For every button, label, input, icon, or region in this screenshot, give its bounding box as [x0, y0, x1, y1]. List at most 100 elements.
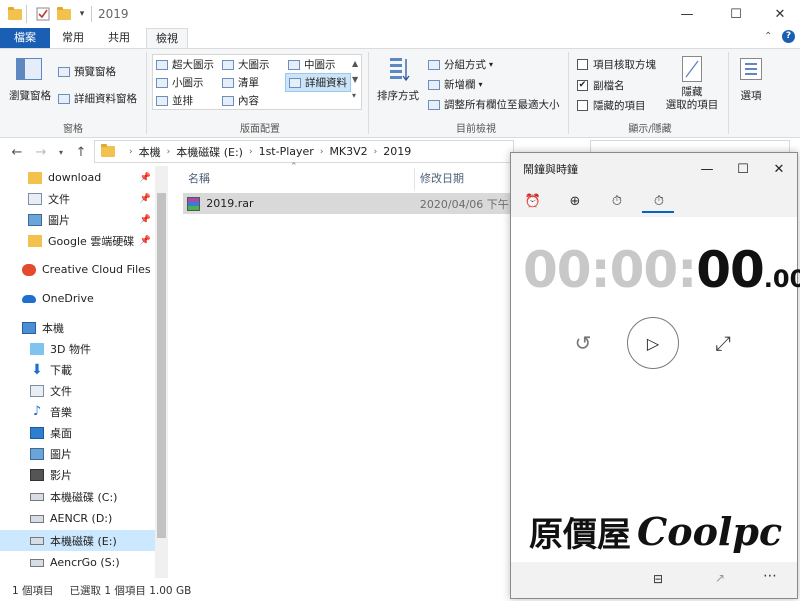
more-options-icon[interactable]: ⋯ — [763, 568, 778, 584]
breadcrumb-item[interactable]: MK3V2 — [329, 145, 367, 158]
cube-icon — [30, 342, 44, 355]
gallery-scroll-icon[interactable]: ▲ ▼ ▾ — [352, 56, 358, 104]
hide-selected-button[interactable]: 隱藏 選取的項目 — [662, 86, 722, 112]
options-button[interactable]: 選項 — [732, 88, 770, 103]
item-checkboxes-toggle[interactable]: 項目核取方塊 — [577, 57, 656, 72]
nav-item-pictures[interactable]: 圖片 📌 — [0, 209, 155, 230]
layout-content[interactable]: 內容 — [222, 93, 259, 108]
layout-extra-large-icons[interactable]: 超大圖示 — [156, 57, 214, 72]
quick-access-dropdown-icon[interactable]: ▾ — [73, 5, 91, 23]
add-columns-button[interactable]: 新增欄 ▾ — [428, 77, 483, 92]
forward-arrow-icon[interactable]: → — [32, 143, 50, 161]
share-icon[interactable]: ↗ — [715, 571, 725, 585]
maximize-button[interactable]: ☐ — [725, 153, 761, 185]
maximize-button[interactable]: ☐ — [713, 0, 759, 28]
nav-item-this-pc[interactable]: 本機 — [0, 317, 155, 338]
pin-icon[interactable]: 📌 — [140, 173, 151, 183]
column-header-date[interactable]: 修改日期 — [420, 168, 464, 190]
hide-selected-icon[interactable] — [682, 56, 702, 82]
address-bar[interactable]: › 本機 › 本機磁碟 (E:) › 1st-Player › MK3V2 › … — [94, 140, 514, 163]
layout-tiles[interactable]: 並排 — [156, 93, 193, 108]
expand-icon[interactable]: ⤢ — [709, 329, 737, 357]
hidden-items-toggle[interactable]: 隱藏的項目 — [577, 98, 646, 113]
world-clock-icon[interactable]: ⊕ — [563, 189, 587, 213]
size-columns-label: 調整所有欄位至最適大小 — [444, 99, 560, 111]
layout-label: 詳細資料 — [305, 77, 347, 89]
pin-icon[interactable]: 📌 — [140, 215, 151, 225]
nav-item-drive-c[interactable]: 本機磁碟 (C:) — [0, 486, 155, 507]
layout-large-icons[interactable]: 大圖示 — [222, 57, 270, 72]
properties-icon[interactable] — [34, 5, 52, 23]
size-columns-to-fit-button[interactable]: 調整所有欄位至最適大小 — [428, 97, 560, 112]
help-icon[interactable]: ? — [782, 30, 795, 43]
minimize-button[interactable]: — — [664, 0, 710, 28]
stopwatch-icon[interactable]: ⏱ — [647, 189, 671, 213]
film-icon — [30, 468, 44, 481]
alarm-icon[interactable]: ⏰ — [521, 189, 545, 213]
tab-share[interactable]: 共用 — [100, 28, 138, 48]
pin-icon[interactable]: 📌 — [140, 194, 151, 204]
nav-item-desktop[interactable]: 桌面 — [0, 422, 155, 443]
breadcrumb-item[interactable]: 1st-Player — [259, 145, 314, 158]
layout-list[interactable]: 清單 — [222, 75, 259, 90]
breadcrumb-item[interactable]: 本機磁碟 (E:) — [176, 144, 243, 160]
nav-item-drive-d[interactable]: AENCR (D:) — [0, 508, 155, 529]
nav-item-google-drive[interactable]: Google 雲端硬碟 📌 — [0, 230, 155, 251]
nav-item-drive-s[interactable]: AencrGo (S:) — [0, 552, 155, 573]
clock-title-bar: 鬧鐘與時鐘 — ☐ ✕ — [511, 153, 797, 185]
navigation-pane-button[interactable]: 瀏覽窗格 — [6, 88, 54, 103]
details-pane-button[interactable]: 詳細資料窗格 — [58, 91, 137, 106]
reset-icon[interactable]: ↺ — [569, 329, 597, 357]
layout-details[interactable]: 詳細資料 — [285, 73, 351, 92]
tab-home[interactable]: 常用 — [54, 28, 92, 48]
play-icon: ▷ — [646, 333, 660, 353]
file-extensions-toggle[interactable]: ✔ 副檔名 — [577, 78, 625, 93]
nav-item-onedrive[interactable]: OneDrive — [0, 288, 155, 309]
breadcrumb-item[interactable]: 本機 — [139, 144, 161, 160]
new-folder-icon[interactable] — [55, 5, 73, 23]
drive-icon — [30, 492, 44, 501]
layout-medium-icons[interactable]: 中圖示 — [288, 57, 336, 72]
up-arrow-icon[interactable]: ↑ — [72, 143, 90, 161]
back-arrow-icon[interactable]: ← — [8, 143, 26, 161]
nav-item-label: 本機磁碟 (E:) — [50, 534, 117, 548]
nav-item-download[interactable]: download 📌 — [0, 167, 155, 188]
layout-icon — [156, 77, 168, 88]
column-header-name[interactable]: 名稱 — [188, 168, 210, 190]
nav-item-documents[interactable]: 文件 📌 — [0, 188, 155, 209]
pin-icon[interactable]: 📌 — [140, 236, 151, 246]
ribbon-collapse-icon[interactable]: ⌃ — [764, 31, 772, 42]
divider — [26, 5, 27, 23]
active-tab-indicator — [642, 211, 674, 213]
close-button[interactable]: ✕ — [757, 0, 800, 28]
tab-view[interactable]: 檢視 — [146, 28, 188, 48]
nav-item-documents-pc[interactable]: 文件 — [0, 380, 155, 401]
sort-by-icon[interactable] — [388, 56, 410, 82]
nav-item-pictures-pc[interactable]: 圖片 — [0, 443, 155, 464]
nav-item-music[interactable]: ♪ 音樂 — [0, 401, 155, 422]
nav-item-creative-cloud[interactable]: Creative Cloud Files — [0, 259, 155, 280]
keep-on-top-icon[interactable]: ⊟ — [653, 572, 663, 586]
file-row[interactable]: 2019.rar 2020/04/06 下午 0 — [183, 193, 513, 214]
navigation-pane-icon[interactable] — [16, 58, 42, 80]
nav-scrollbar-thumb[interactable] — [157, 193, 166, 538]
computer-icon — [22, 321, 36, 334]
group-by-button[interactable]: 分組方式 ▾ — [428, 57, 493, 72]
tab-file[interactable]: 檔案 — [0, 28, 50, 48]
recent-locations-icon[interactable]: ▾ — [52, 143, 70, 161]
divider — [91, 6, 92, 22]
options-icon[interactable] — [740, 58, 762, 80]
layout-icon — [288, 59, 300, 70]
close-button[interactable]: ✕ — [761, 153, 797, 185]
nav-item-3d-objects[interactable]: 3D 物件 — [0, 338, 155, 359]
layout-small-icons[interactable]: 小圖示 — [156, 75, 204, 90]
preview-pane-button[interactable]: 預覽窗格 — [58, 64, 116, 79]
nav-item-videos[interactable]: 影片 — [0, 464, 155, 485]
timer-icon[interactable]: ⏱ — [605, 189, 629, 213]
nav-item-drive-e[interactable]: 本機磁碟 (E:) — [0, 530, 155, 551]
minimize-button[interactable]: — — [689, 153, 725, 185]
nav-item-downloads[interactable]: ⬇ 下載 — [0, 359, 155, 380]
breadcrumb-item[interactable]: 2019 — [383, 145, 411, 158]
sort-by-button[interactable]: 排序方式 — [374, 88, 422, 103]
play-button[interactable]: ▷ — [627, 317, 679, 369]
